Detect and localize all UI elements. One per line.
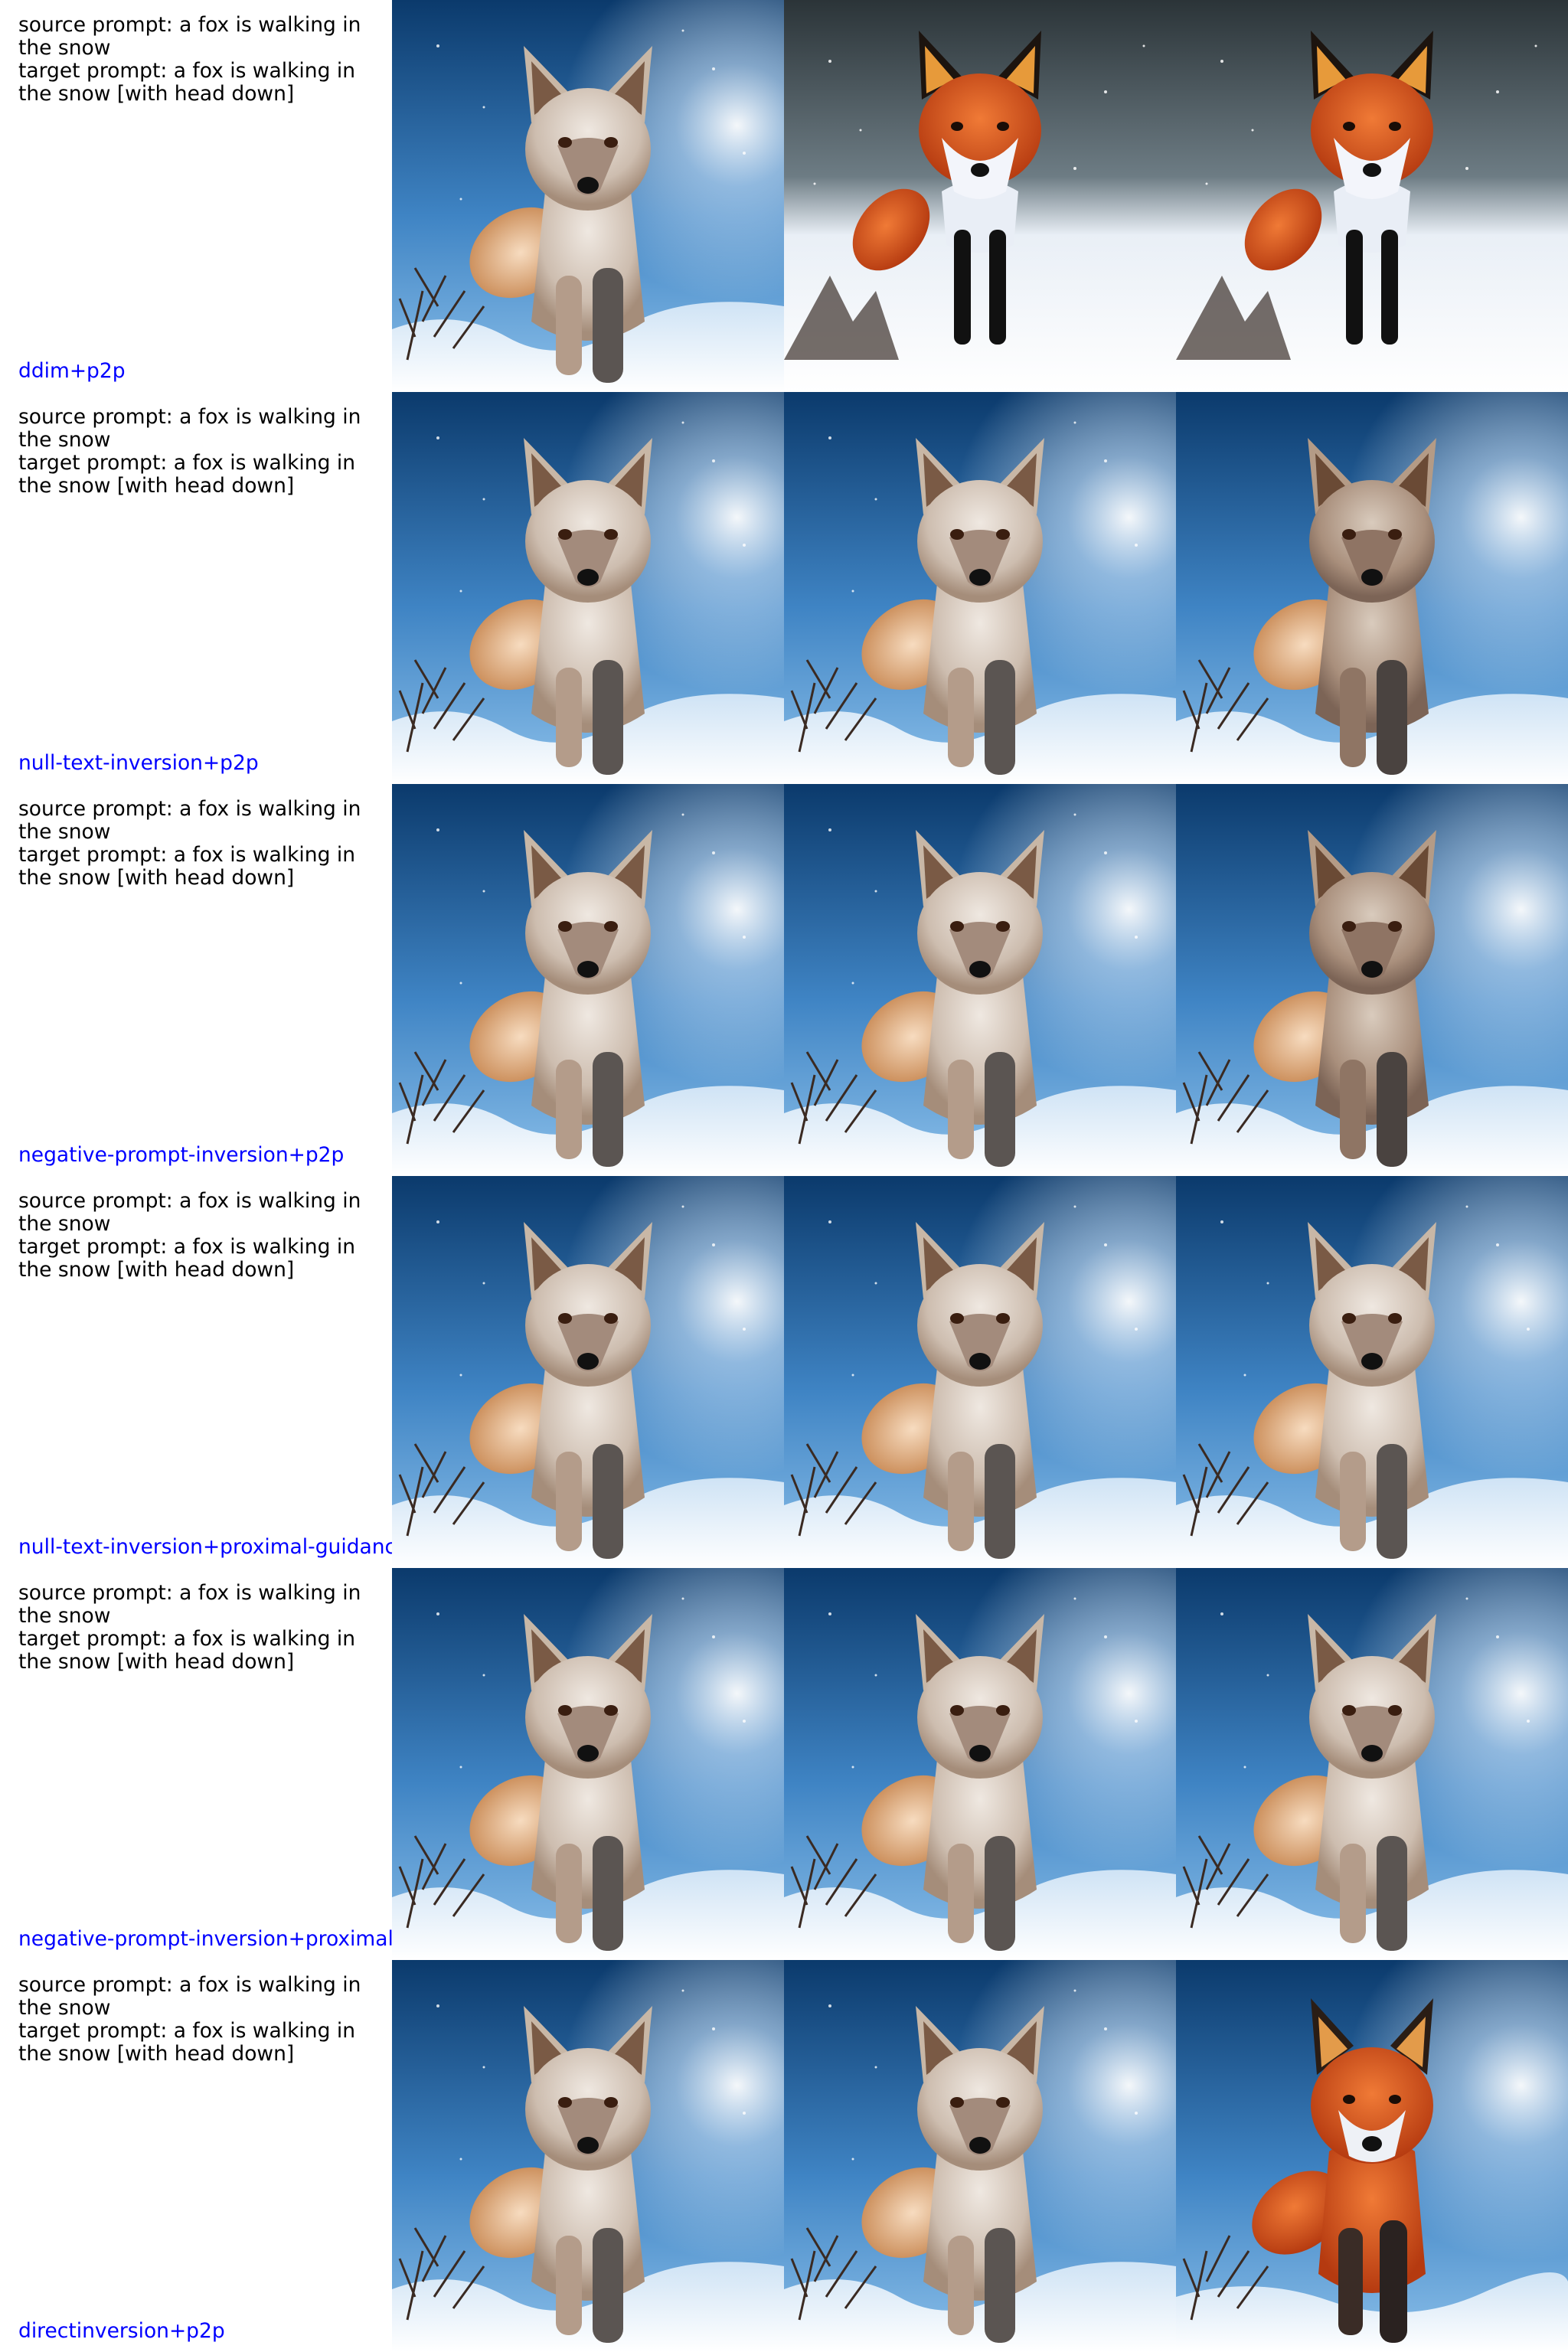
source-image	[392, 1960, 784, 2352]
method-label: negative-prompt-inversion+p2p	[18, 1143, 345, 1167]
edited-image	[1176, 392, 1568, 784]
grey-fox-edited	[784, 1960, 1176, 2352]
red-fox-edited	[1176, 1960, 1568, 2352]
comparison-row: source prompt: a fox is walking in the s…	[0, 0, 1568, 392]
source-image	[392, 392, 784, 784]
grey-fox-edited	[1176, 784, 1568, 1176]
target-prompt: target prompt: a fox is walking in the s…	[18, 1627, 355, 1674]
target-prompt: target prompt: a fox is walking in the s…	[18, 2019, 355, 2066]
source-image	[392, 1176, 784, 1568]
comparison-row: source prompt: a fox is walking in the s…	[0, 1568, 1568, 1960]
target-prompt: target prompt: a fox is walking in the s…	[18, 451, 355, 498]
comparison-row: source prompt: a fox is walking in the s…	[0, 784, 1568, 1176]
grey-fox-source	[392, 784, 784, 1176]
grey-fox-source	[392, 392, 784, 784]
grey-fox-source	[392, 0, 784, 392]
comparison-row: source prompt: a fox is walking in the s…	[0, 1960, 1568, 2352]
caption-cell: source prompt: a fox is walking in the s…	[0, 784, 392, 1176]
edited-image	[1176, 1568, 1568, 1960]
source-prompt: source prompt: a fox is walking in the s…	[18, 1973, 361, 2020]
edited-image	[1176, 1176, 1568, 1568]
comparison-grid: source prompt: a fox is walking in the s…	[0, 0, 1568, 2352]
method-label: null-text-inversion+proximal-guidance	[18, 1535, 392, 1559]
edited-image	[784, 392, 1176, 784]
grey-fox-source	[392, 1568, 784, 1960]
prompt-text: source prompt: a fox is walking in the s…	[18, 406, 384, 498]
grey-fox-source	[392, 1960, 784, 2352]
grey-fox-edited	[1176, 1176, 1568, 1568]
target-prompt: target prompt: a fox is walking in the s…	[18, 843, 355, 890]
source-prompt: source prompt: a fox is walking in the s…	[18, 13, 361, 60]
source-image	[392, 784, 784, 1176]
edited-image	[784, 1568, 1176, 1960]
grey-fox-edited	[1176, 1568, 1568, 1960]
source-prompt: source prompt: a fox is walking in the s…	[18, 1581, 361, 1628]
caption-cell: source prompt: a fox is walking in the s…	[0, 1568, 392, 1960]
target-prompt: target prompt: a fox is walking in the s…	[18, 59, 355, 106]
edited-image	[1176, 1960, 1568, 2352]
prompt-text: source prompt: a fox is walking in the s…	[18, 14, 384, 106]
red-fox-edited	[784, 0, 1176, 392]
prompt-text: source prompt: a fox is walking in the s…	[18, 798, 384, 890]
grey-fox-edited	[784, 784, 1176, 1176]
edited-image	[784, 0, 1176, 392]
method-label: null-text-inversion+p2p	[18, 751, 259, 775]
edited-image	[784, 1176, 1176, 1568]
grey-fox-edited	[1176, 392, 1568, 784]
comparison-row: source prompt: a fox is walking in the s…	[0, 1176, 1568, 1568]
source-image	[392, 0, 784, 392]
grey-fox-source	[392, 1176, 784, 1568]
source-prompt: source prompt: a fox is walking in the s…	[18, 797, 361, 844]
edited-image	[784, 1960, 1176, 2352]
source-image	[392, 1568, 784, 1960]
edited-image	[1176, 0, 1568, 392]
comparison-row: source prompt: a fox is walking in the s…	[0, 392, 1568, 784]
caption-cell: source prompt: a fox is walking in the s…	[0, 1176, 392, 1568]
edited-image	[1176, 784, 1568, 1176]
source-prompt: source prompt: a fox is walking in the s…	[18, 405, 361, 452]
prompt-text: source prompt: a fox is walking in the s…	[18, 1190, 384, 1282]
grey-fox-edited	[784, 392, 1176, 784]
method-label: negative-prompt-inversion+proximal-guida…	[18, 1927, 392, 1951]
grey-fox-edited	[784, 1568, 1176, 1960]
grey-fox-edited	[784, 1176, 1176, 1568]
caption-cell: source prompt: a fox is walking in the s…	[0, 392, 392, 784]
caption-cell: source prompt: a fox is walking in the s…	[0, 0, 392, 392]
target-prompt: target prompt: a fox is walking in the s…	[18, 1235, 355, 1282]
method-label: directinversion+p2p	[18, 2319, 225, 2343]
method-label: ddim+p2p	[18, 359, 126, 383]
red-fox-edited	[1176, 0, 1568, 392]
caption-cell: source prompt: a fox is walking in the s…	[0, 1960, 392, 2352]
prompt-text: source prompt: a fox is walking in the s…	[18, 1582, 384, 1674]
edited-image	[784, 784, 1176, 1176]
source-prompt: source prompt: a fox is walking in the s…	[18, 1189, 361, 1236]
prompt-text: source prompt: a fox is walking in the s…	[18, 1974, 384, 2066]
